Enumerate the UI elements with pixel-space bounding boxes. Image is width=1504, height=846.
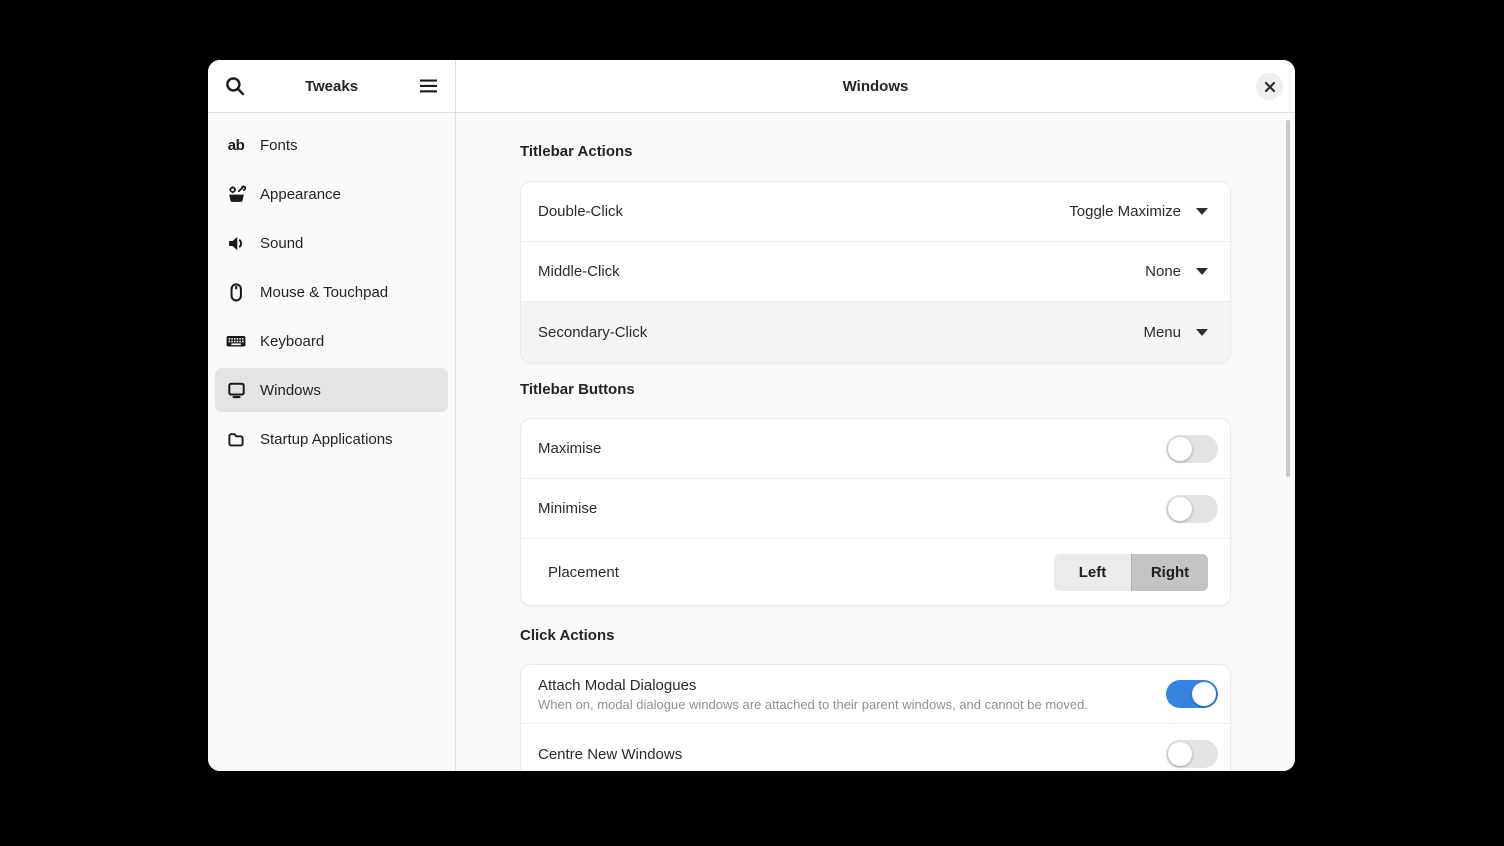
dropdown-value: Toggle Maximize <box>1069 203 1181 220</box>
chevron-down-icon <box>1196 268 1208 275</box>
placement-right-button[interactable]: Right <box>1131 553 1208 591</box>
search-icon <box>226 77 245 96</box>
sidebar-item-label: Appearance <box>260 185 341 203</box>
search-button[interactable] <box>222 73 248 99</box>
secondary-click-row[interactable]: Secondary-Click Menu <box>521 302 1230 362</box>
sidebar-item-label: Fonts <box>260 136 298 154</box>
sidebar: Tweaks ab Fonts Appearance Sound Mouse &… <box>208 60 456 771</box>
sidebar-item-keyboard[interactable]: Keyboard <box>215 319 448 363</box>
sidebar-item-windows[interactable]: Windows <box>215 368 448 412</box>
maximise-row: Maximise <box>521 419 1230 479</box>
sidebar-nav: ab Fonts Appearance Sound Mouse & Touchp… <box>208 123 455 466</box>
titlebar-actions-card: Double-Click Toggle Maximize Middle-Clic… <box>520 181 1231 363</box>
close-x-icon <box>1264 81 1275 92</box>
sidebar-item-mouse-touchpad[interactable]: Mouse & Touchpad <box>215 270 448 314</box>
sidebar-item-startup-applications[interactable]: Startup Applications <box>215 417 448 461</box>
attach-modal-dialogues-toggle[interactable] <box>1166 680 1218 708</box>
sidebar-item-label: Windows <box>260 381 321 399</box>
row-text: Attach Modal Dialogues When on, modal di… <box>538 677 1088 712</box>
scrollbar[interactable] <box>1286 120 1290 477</box>
dropdown-value: Menu <box>1143 323 1181 341</box>
maximise-toggle[interactable] <box>1166 434 1218 463</box>
fonts-ab-icon: ab <box>227 136 245 154</box>
click-actions-card: Attach Modal Dialogues When on, modal di… <box>520 664 1231 771</box>
main-headerbar: Windows <box>456 60 1295 113</box>
centre-new-windows-label: Centre New Windows <box>538 745 683 763</box>
section-title-titlebar-buttons: Titlebar Buttons <box>520 381 635 398</box>
chevron-down-icon <box>1196 328 1208 336</box>
secondary-click-label: Secondary-Click <box>538 323 648 341</box>
middle-click-label: Middle-Click <box>538 263 620 280</box>
mouse-icon <box>226 282 246 301</box>
toggle-knob <box>1168 496 1192 521</box>
toggle-knob <box>1192 682 1216 706</box>
placement-label: Placement <box>548 563 619 581</box>
secondary-click-dropdown[interactable]: Menu <box>1143 324 1208 341</box>
speaker-icon <box>226 234 246 252</box>
toggle-knob <box>1168 742 1192 766</box>
placement-left-button[interactable]: Left <box>1054 553 1131 591</box>
appearance-toolbox-icon <box>226 185 246 203</box>
section-title-click-actions: Click Actions <box>520 627 615 644</box>
placement-segmented-control: Left Right <box>1054 553 1208 591</box>
middle-click-dropdown[interactable]: None <box>1145 263 1208 280</box>
sidebar-item-label: Startup Applications <box>260 430 393 448</box>
double-click-label: Double-Click <box>538 203 624 220</box>
centre-new-windows-row: Centre New Windows <box>521 724 1230 771</box>
attach-modal-dialogues-description: When on, modal dialogue windows are atta… <box>538 696 1088 712</box>
attach-modal-dialogues-label: Attach Modal Dialogues <box>538 676 697 694</box>
placement-row: Placement Left Right <box>521 539 1230 605</box>
minimise-label: Minimise <box>538 500 598 517</box>
sidebar-item-appearance[interactable]: Appearance <box>215 172 448 216</box>
minimise-toggle[interactable] <box>1166 494 1218 523</box>
sidebar-item-label: Mouse & Touchpad <box>260 283 389 301</box>
double-click-dropdown[interactable]: Toggle Maximize <box>1069 203 1208 220</box>
middle-click-row[interactable]: Middle-Click None <box>521 242 1230 302</box>
sidebar-item-label: Sound <box>260 234 304 252</box>
sidebar-item-label: Keyboard <box>260 332 325 350</box>
sidebar-item-sound[interactable]: Sound <box>215 221 448 265</box>
attach-modal-dialogues-row: Attach Modal Dialogues When on, modal di… <box>521 665 1230 724</box>
tweaks-window: Tweaks ab Fonts Appearance Sound Mouse &… <box>208 60 1295 771</box>
close-window-button[interactable] <box>1256 73 1283 100</box>
folder-icon <box>226 430 246 448</box>
keyboard-icon <box>226 332 246 350</box>
double-click-row[interactable]: Double-Click Toggle Maximize <box>521 182 1230 242</box>
sidebar-item-fonts[interactable]: ab Fonts <box>215 123 448 167</box>
toggle-knob <box>1168 436 1192 461</box>
windows-settings-panel: Titlebar Actions Double-Click Toggle Max… <box>456 113 1295 771</box>
maximise-label: Maximise <box>538 440 602 457</box>
dropdown-value: None <box>1145 263 1181 280</box>
app-title: Tweaks <box>304 77 359 95</box>
page-title: Windows <box>842 77 909 95</box>
primary-menu-button[interactable] <box>415 73 441 99</box>
centre-new-windows-toggle[interactable] <box>1166 740 1218 768</box>
titlebar-buttons-card: Maximise Minimise Placement Left Right <box>520 418 1231 606</box>
section-title-titlebar-actions: Titlebar Actions <box>520 143 633 160</box>
hamburger-menu-icon <box>419 79 437 93</box>
sidebar-header: Tweaks <box>208 60 455 113</box>
minimise-row: Minimise <box>521 479 1230 539</box>
chevron-down-icon <box>1196 208 1208 215</box>
display-icon <box>226 381 246 399</box>
